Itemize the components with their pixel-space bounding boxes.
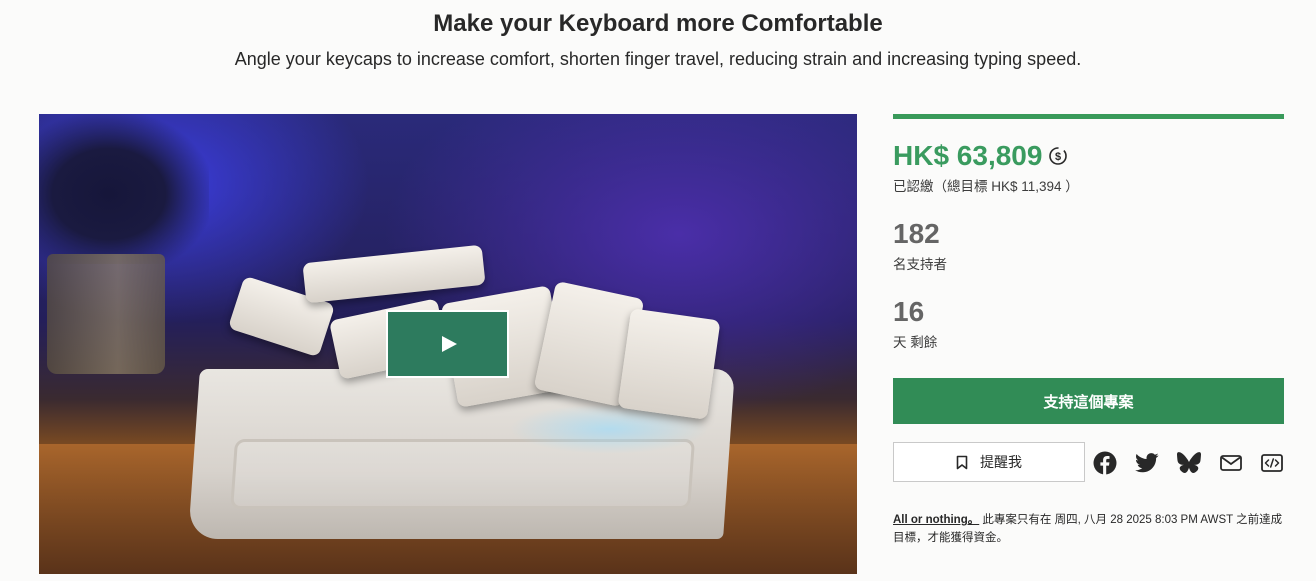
backers-label: 名支持者	[893, 257, 947, 272]
back-this-project-button[interactable]: 支持這個專案	[893, 378, 1284, 424]
funding-progress-bar	[893, 114, 1284, 119]
project-subtitle: Angle your keycaps to increase comfort, …	[234, 49, 1082, 69]
facebook-icon[interactable]	[1092, 450, 1118, 476]
backers-count: 182	[893, 218, 940, 249]
funding-terms-note: All or nothing。 此專案只有在 周四, 八月 28 2025 8:…	[893, 511, 1288, 547]
email-icon[interactable]	[1218, 450, 1244, 476]
svg-text:$: $	[1055, 151, 1061, 163]
pledged-amount-row: HK$ 63,809 $	[893, 140, 1068, 172]
project-title: Make your Keyboard more Comfortable	[433, 10, 883, 37]
video-thumbnail-background	[39, 114, 209, 264]
play-icon	[441, 336, 457, 352]
bluesky-icon[interactable]	[1176, 450, 1202, 476]
bookmark-icon	[956, 455, 968, 469]
currency-convert-icon[interactable]: $	[1048, 146, 1068, 166]
twitter-icon[interactable]	[1134, 450, 1160, 476]
pledged-goal-text: 已認繳（總目標 HK$ 11,394 ）	[893, 179, 1079, 194]
video-thumbnail-pot	[47, 254, 165, 374]
all-or-nothing-link[interactable]: All or nothing。	[893, 514, 979, 526]
remind-me-label: 提醒我	[980, 454, 1022, 470]
embed-icon[interactable]	[1259, 450, 1285, 476]
remind-me-button[interactable]: 提醒我	[893, 442, 1085, 482]
keycap	[302, 244, 486, 304]
days-remaining-count: 16	[893, 296, 925, 327]
days-remaining-label: 天 剩餘	[893, 335, 938, 350]
video-play-button[interactable]	[386, 310, 509, 378]
keycap	[617, 308, 721, 420]
pledged-amount: HK$ 63,809	[893, 140, 1043, 171]
project-video[interactable]	[39, 114, 857, 574]
funding-progress-fill	[893, 114, 1284, 119]
